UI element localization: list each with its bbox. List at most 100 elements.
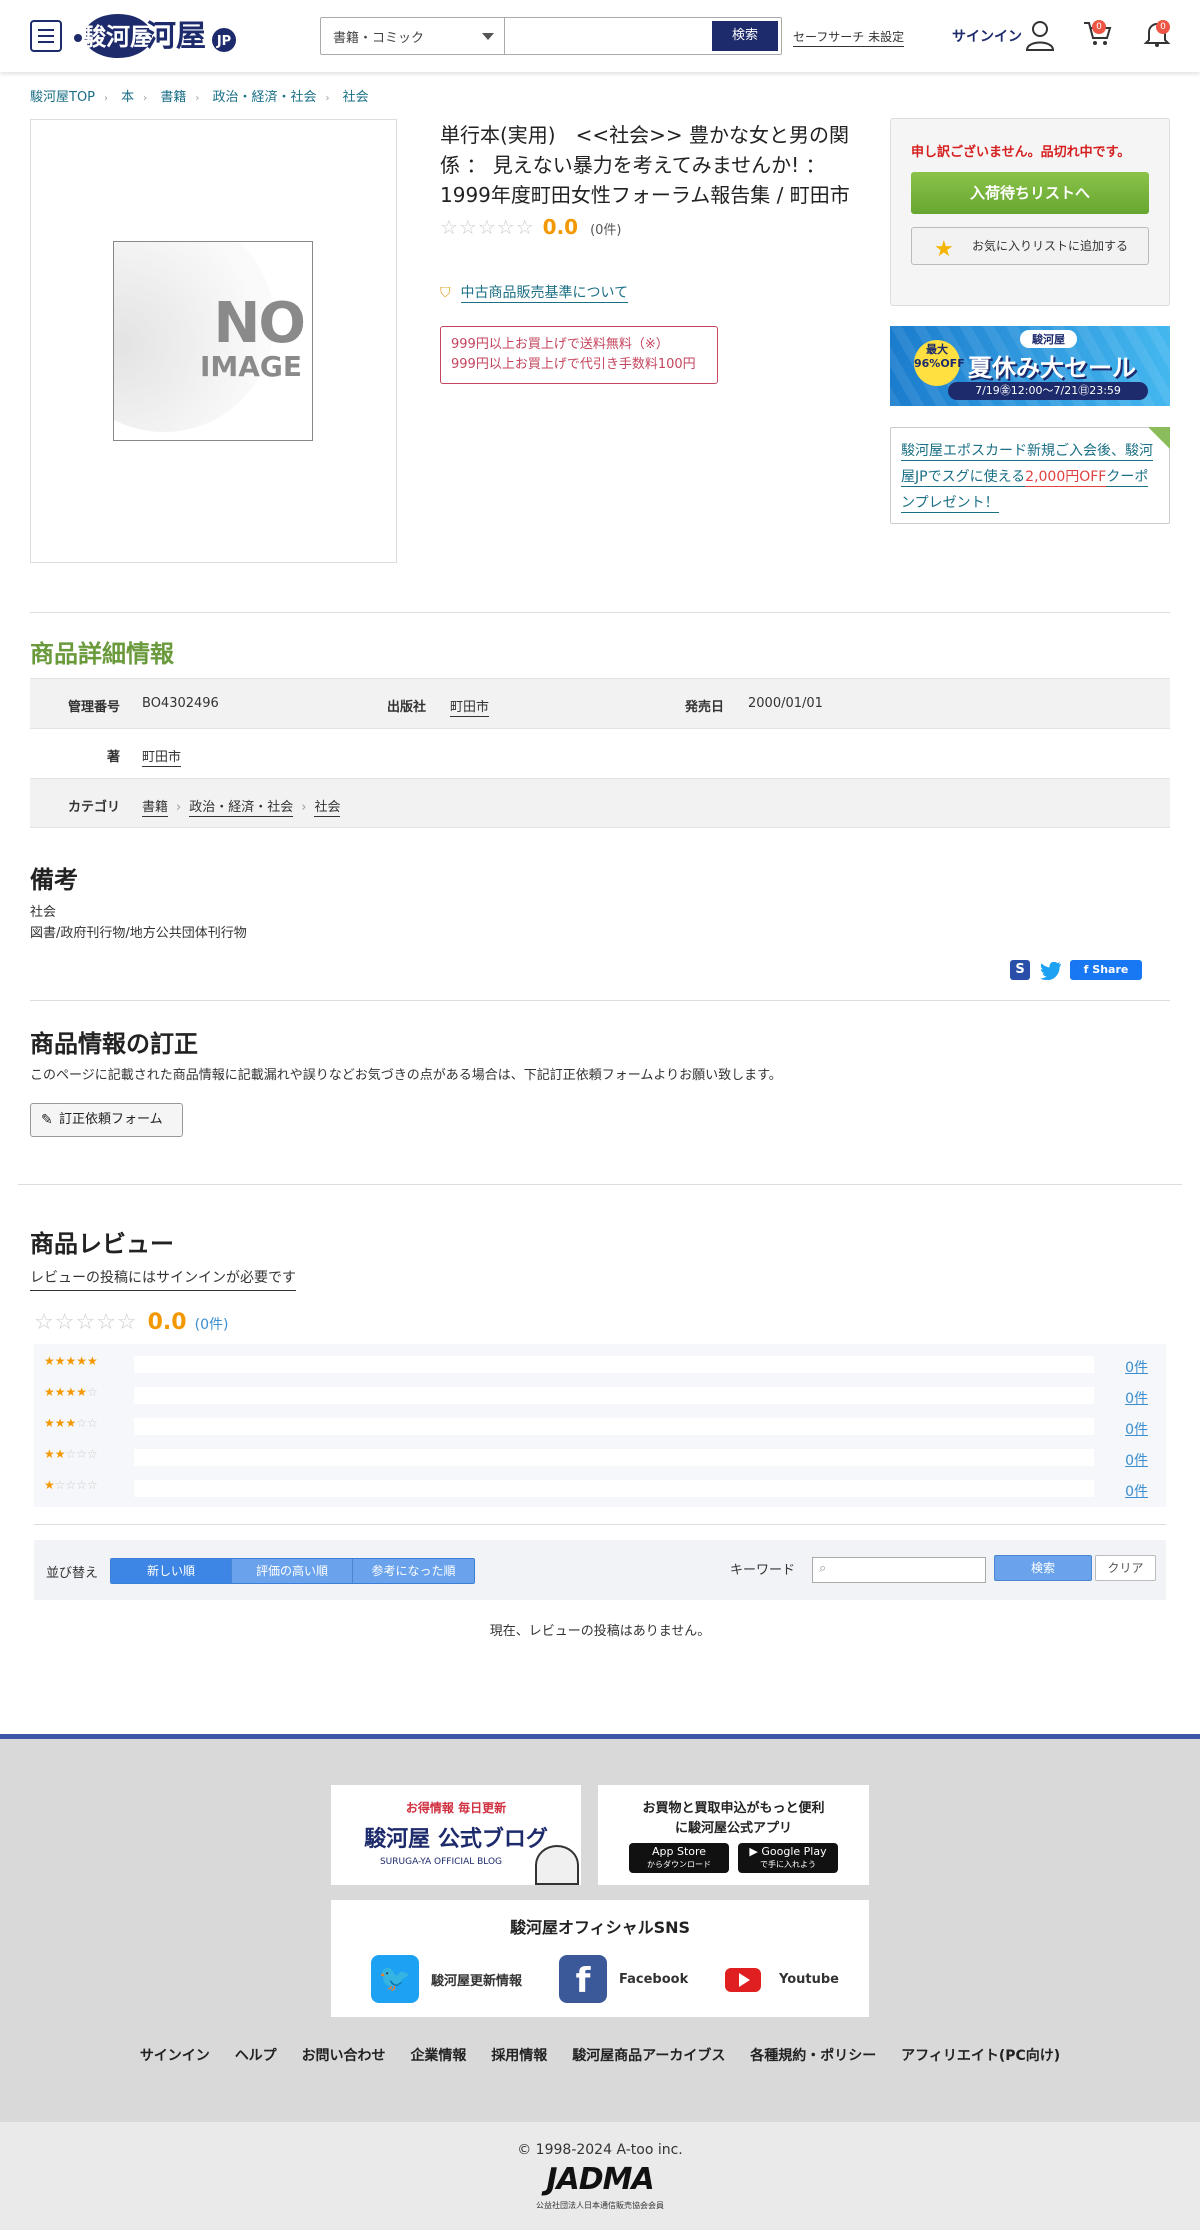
footer-links: サインイン ヘルプ お問い合わせ 企業情報 採用情報 駿河屋商品アーカイブス 各… [0,2045,1200,2065]
cart-count-badge: 0 [1092,20,1106,34]
sort-options: 新しい順 評価の高い順 参考になった順 [110,1558,475,1584]
review-total-count: 0件 [200,1317,223,1333]
category-link[interactable]: 書籍 [142,800,169,817]
review-sort-bar: 並び替え 新しい順 評価の高い順 参考になった順 キーワード ⌕ 検索 クリア [34,1540,1166,1600]
epos-card-promo[interactable]: 駿河屋エポスカード新規ご入会後、駿河屋JPでスグに使える2,000円OFFクーポ… [890,427,1170,524]
four-star-icon: ★★★★☆ [44,1385,98,1399]
summer-sale-banner[interactable]: 駿河屋 最大96%OFF 夏休み大セール 7/19㊎12:00～7/21㊐23:… [890,326,1170,406]
breadcrumb-item[interactable]: 書籍 [160,90,186,105]
footer-link[interactable]: サインイン [140,2048,210,2064]
author-link[interactable]: 町田市 [142,746,182,767]
add-favorite-button[interactable]: ★ お気に入りリストに追加する [911,227,1149,265]
divider [34,1524,1166,1525]
search-category-select[interactable]: 書籍・コミック [321,18,505,54]
sort-newest-button[interactable]: 新しい順 [111,1559,232,1583]
rating-row-3[interactable]: ★★★☆☆ 0件 [42,1416,1158,1438]
review-search-button[interactable]: 検索 [994,1555,1092,1581]
no-image-placeholder[interactable]: NO IMAGE [113,241,313,441]
star-icon: ★ [934,237,954,262]
one-star-icon: ★☆☆☆☆ [44,1478,98,1492]
review-rating-value: 0.0 [147,1310,187,1335]
review-keyword-input[interactable]: ⌕ [812,1557,986,1583]
play-icon: ▶ [749,1845,762,1858]
rating-stars-icon: ☆☆☆☆☆ [440,215,535,239]
three-star-icon: ★★★☆☆ [44,1416,98,1430]
search-input[interactable] [511,22,707,50]
logo-badge: JP [216,34,231,49]
waitlist-button[interactable]: 入荷待ちリストへ [911,172,1149,214]
notes-heading: 備考 [30,866,78,894]
breadcrumb-item[interactable]: 駿河屋TOP [30,90,95,105]
breadcrumb: 駿河屋TOP › 本 › 書籍 › 政治・経済・社会 › 社会 [30,90,369,105]
used-standard-link[interactable]: ⛉ 中古商品販売基準について [440,282,629,303]
search-bar: 書籍・コミック 検索 [320,17,782,55]
rating-row-4[interactable]: ★★★★☆ 0件 [42,1385,1158,1407]
rating-value: 0.0 [542,215,579,239]
breadcrumb-item[interactable]: 社会 [343,90,369,105]
rating-row-2[interactable]: ★★☆☆☆ 0件 [42,1447,1158,1469]
facebook-share-button[interactable]: f Share [1070,960,1142,980]
youtube-link[interactable]: Youtube [719,1955,839,2003]
review-signin-link[interactable]: レビューの投稿にはサインインが必要です [30,1268,296,1291]
suruga-share-icon[interactable]: S [1010,960,1030,980]
signin-link[interactable]: サインイン [952,26,1022,46]
footer-link[interactable]: 駿河屋商品アーカイブス [572,2048,725,2064]
facebook-link[interactable]: f Facebook [559,1955,688,2003]
site-logo[interactable]: 駿河屋 河屋 JP [72,10,242,60]
menu-icon[interactable] [30,20,62,52]
cart-button[interactable]: 0 [1082,18,1114,52]
rating-distribution: ★★★★★ 0件 ★★★★☆ 0件 ★★★☆☆ 0件 ★★☆☆☆ 0件 ★☆☆☆☆ 0件 [34,1344,1166,1507]
rating-row-1[interactable]: ★☆☆☆☆ 0件 [42,1478,1158,1500]
footer-link[interactable]: ヘルプ [235,2048,277,2064]
shipping-notice: 999円以上お買上げで送料無料（※） 999円以上お買上げで代引き手数料100円 [440,326,718,384]
review-heading: 商品レビュー [30,1230,174,1258]
publisher-link[interactable]: 町田市 [450,696,490,717]
two-star-icon: ★★☆☆☆ [44,1447,98,1461]
details-heading: 商品詳細情報 [30,640,174,668]
corner-ribbon-icon [1148,427,1170,449]
breadcrumb-item[interactable]: 本 [121,90,134,105]
discount-badge: 最大96%OFF [914,340,965,386]
footer-link[interactable]: 各種規約・ポリシー [750,2048,876,2064]
rating-row-5[interactable]: ★★★★★ 0件 [42,1354,1158,1376]
copyright-bar: © 1998-2024 A-too inc. JADMA 公益社団法人日本通信販… [0,2122,1200,2230]
safe-search-link[interactable]: セーフサーチ 未設定 [793,28,905,47]
twitter-icon: 🐦 [371,1955,419,2003]
footer-link[interactable]: アフィリエイト(PC向け) [901,2048,1060,2064]
search-button[interactable]: 検索 [712,21,778,51]
edit-icon: ✎ [41,1112,53,1128]
product-image-frame: NO IMAGE [30,119,397,563]
footer-link[interactable]: 採用情報 [491,2048,547,2064]
detail-row: 著 町田市 [30,728,1170,778]
user-icon[interactable] [1024,18,1056,52]
sort-rating-button[interactable]: 評価の高い順 [232,1559,353,1583]
breadcrumb-item[interactable]: 政治・経済・社会 [212,90,316,105]
google-play-button[interactable]: ▶ Google Play で手に入れよう [738,1843,838,1873]
category-link[interactable]: 政治・経済・社会 [189,800,294,817]
notification-button[interactable]: 0 [1142,18,1174,52]
official-blog-banner[interactable]: お得情報 毎日更新 駿河屋 公式ブログ SURUGA-YA OFFICIAL B… [331,1785,581,1885]
app-store-button[interactable]: App Store からダウンロード [629,1843,729,1873]
site-header: 駿河屋 河屋 JP 書籍・コミック 検索 セーフサーチ 未設定 サインイン 0 … [0,0,1200,72]
divider [30,1000,1170,1001]
category-link[interactable]: 社会 [314,800,341,817]
search-icon: ⌕ [819,1561,827,1576]
notification-count-badge: 0 [1156,20,1170,34]
facebook-icon: f [559,1955,607,2003]
sort-helpful-button[interactable]: 参考になった順 [353,1559,474,1583]
correction-heading: 商品情報の訂正 [30,1030,198,1058]
copyright-text: © 1998-2024 A-too inc. [517,2142,683,2158]
review-clear-button[interactable]: クリア [1095,1555,1156,1581]
twitter-link[interactable]: 🐦 駿河屋更新情報 [371,1955,522,2003]
category-links: 書籍 › 政治・経済・社会 › 社会 [142,800,341,817]
twitter-share-icon[interactable] [1040,962,1062,980]
footer-link[interactable]: お問い合わせ [302,2048,386,2064]
no-reviews-message: 現在、レビューの投稿はありません。 [489,1624,711,1639]
youtube-icon [719,1955,767,2003]
release-date: 2000/01/01 [748,696,823,711]
chevron-down-icon [482,33,494,40]
facebook-icon: f [1083,963,1093,976]
correction-form-button[interactable]: ✎ 訂正依頼フォーム [30,1103,183,1137]
footer-link[interactable]: 企業情報 [410,2048,466,2064]
detail-row: 管理番号 BO4302496 出版社 町田市 発売日 2000/01/01 [30,678,1170,728]
